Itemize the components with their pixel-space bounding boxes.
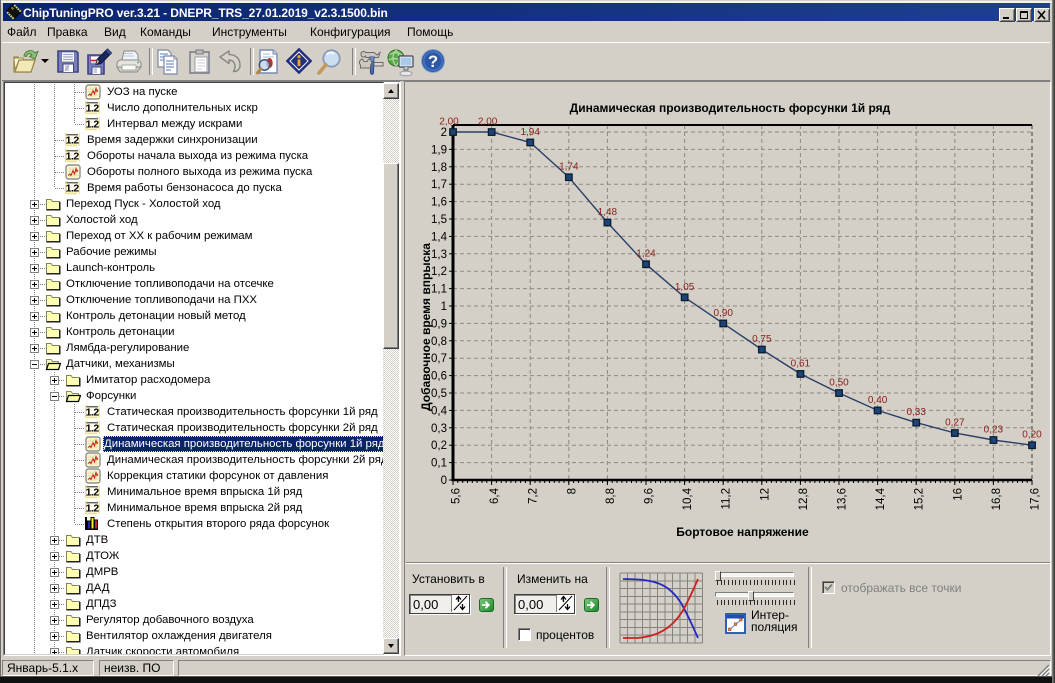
svg-text:9,6: 9,6 [644, 488, 656, 504]
svg-text:16,8: 16,8 [991, 488, 1003, 510]
svg-text:8,8: 8,8 [605, 488, 617, 504]
svg-text:0,27: 0,27 [945, 418, 965, 429]
svg-text:2,00: 2,00 [439, 117, 459, 128]
svg-text:0,20: 0,20 [1022, 430, 1042, 441]
svg-text:1.2: 1.2 [86, 423, 100, 435]
svg-text:1,8: 1,8 [431, 162, 447, 174]
svg-text:15,2: 15,2 [914, 488, 926, 510]
svg-text:0,1: 0,1 [431, 458, 447, 470]
svg-text:8: 8 [566, 488, 578, 494]
svg-text:1.2: 1.2 [66, 135, 80, 147]
svg-text:1,05: 1,05 [675, 282, 695, 293]
svg-text:0,8: 0,8 [431, 336, 447, 348]
svg-text:1: 1 [441, 301, 447, 313]
svg-text:11,2: 11,2 [721, 488, 733, 510]
svg-text:17,6: 17,6 [1030, 488, 1042, 510]
svg-text:1,1: 1,1 [431, 284, 447, 296]
svg-text:16: 16 [952, 488, 964, 501]
svg-text:1,48: 1,48 [598, 207, 618, 218]
svg-text:1.2: 1.2 [86, 407, 100, 419]
svg-text:0,7: 0,7 [431, 353, 447, 365]
svg-text:0,6: 0,6 [431, 371, 447, 383]
svg-text:1.2: 1.2 [86, 487, 100, 499]
svg-text:2: 2 [441, 127, 447, 139]
svg-text:0,23: 0,23 [984, 425, 1004, 436]
svg-text:2,00: 2,00 [478, 117, 498, 128]
svg-text:0,50: 0,50 [829, 378, 849, 389]
svg-text:1.2: 1.2 [86, 119, 100, 131]
svg-text:0,75: 0,75 [752, 334, 772, 345]
svg-text:1.2: 1.2 [86, 503, 100, 515]
svg-text:0: 0 [441, 475, 447, 487]
svg-text:0,5: 0,5 [431, 388, 447, 400]
svg-text:1,2: 1,2 [431, 266, 447, 278]
svg-text:0,61: 0,61 [791, 358, 811, 369]
svg-text:1,24: 1,24 [636, 249, 656, 260]
svg-text:1,94: 1,94 [520, 127, 540, 138]
svg-text:0,3: 0,3 [431, 423, 447, 435]
svg-text:0,9: 0,9 [431, 318, 447, 330]
svg-text:1.2: 1.2 [86, 103, 100, 115]
svg-text:Добавочное время впрыска: Добавочное время впрыска [419, 243, 433, 411]
svg-text:14,4: 14,4 [875, 487, 887, 510]
svg-text:0,2: 0,2 [431, 440, 447, 452]
svg-text:?: ? [428, 53, 438, 71]
svg-text:1,5: 1,5 [431, 214, 447, 226]
svg-text:0,40: 0,40 [868, 395, 888, 406]
svg-text:6,4: 6,4 [489, 487, 501, 504]
svg-text:7,2: 7,2 [528, 488, 540, 504]
svg-text:0,4: 0,4 [431, 405, 448, 417]
svg-text:10,4: 10,4 [682, 487, 694, 510]
svg-text:1,6: 1,6 [431, 197, 447, 209]
svg-text:12,8: 12,8 [798, 488, 810, 510]
svg-text:1,4: 1,4 [431, 231, 448, 243]
svg-text:0,90: 0,90 [713, 308, 733, 319]
svg-text:5,6: 5,6 [451, 488, 463, 504]
svg-text:1,7: 1,7 [431, 179, 447, 191]
svg-text:13,6: 13,6 [837, 488, 849, 510]
svg-text:1,9: 1,9 [431, 144, 447, 156]
svg-text:Динамическая производительност: Динамическая производительность форсунки… [570, 101, 891, 115]
svg-text:Бортовое напряжение: Бортовое напряжение [676, 525, 809, 539]
svg-text:1,74: 1,74 [559, 162, 579, 173]
svg-text:1,3: 1,3 [431, 249, 447, 261]
svg-text:0,33: 0,33 [906, 407, 926, 418]
svg-text:12: 12 [759, 488, 771, 501]
svg-text:1.2: 1.2 [66, 151, 80, 163]
svg-text:1.2: 1.2 [66, 183, 80, 195]
